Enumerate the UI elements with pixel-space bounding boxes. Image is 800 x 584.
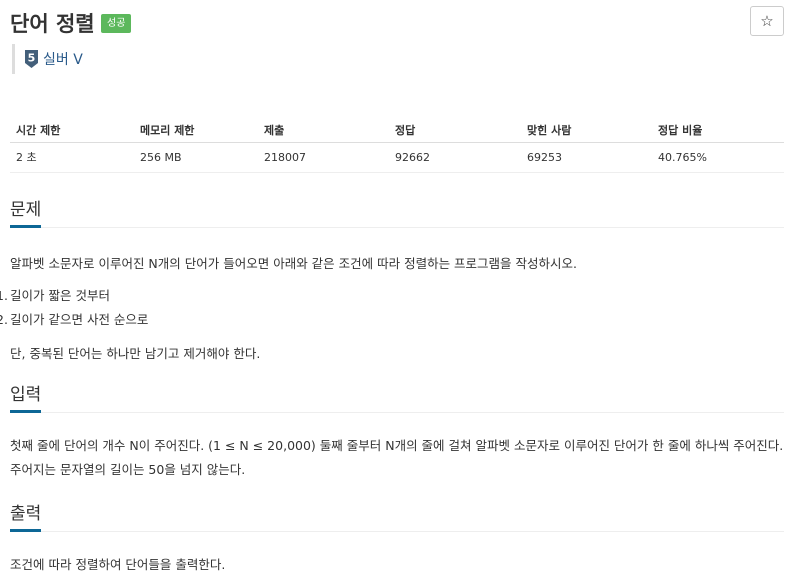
list-item-number: 2. — [0, 312, 8, 327]
sort-conditions-list: 1. 길이가 짧은 것부터 2. 길이가 같으면 사전 순으로 — [0, 284, 149, 332]
input-description: 첫째 줄에 단어의 개수 N이 주어진다. (1 ≤ N ≤ 20,000) 둘… — [10, 438, 784, 477]
input-heading-text: 입력 — [10, 383, 42, 413]
stats-header-solvers: 맞힌 사람 — [521, 118, 652, 143]
star-button[interactable]: ☆ — [750, 6, 784, 36]
stats-header-submissions: 제출 — [258, 118, 389, 143]
list-item-number: 1. — [0, 288, 8, 303]
silver-tier-icon: 5 — [25, 50, 38, 68]
stats-accepted: 92662 — [389, 142, 521, 173]
stats-solvers: 69253 — [521, 142, 652, 173]
stats-value-row: 2 초 256 MB 218007 92662 69253 40.765% — [10, 142, 784, 173]
problem-section-heading: 문제 — [10, 198, 784, 228]
list-item: 2. 길이가 같으면 사전 순으로 — [0, 308, 149, 332]
output-heading-text: 출력 — [10, 502, 42, 532]
tier-label: 실버 V — [43, 52, 83, 68]
page-title: 단어 정렬 — [10, 12, 95, 36]
stats-header-accept-rate: 정답 비율 — [652, 118, 784, 143]
stats-header-row: 시간 제한 메모리 제한 제출 정답 맞힌 사람 정답 비율 — [10, 118, 784, 143]
output-section-heading: 출력 — [10, 502, 784, 532]
stats-memory-limit: 256 MB — [134, 142, 258, 173]
tier-level-number: 5 — [28, 52, 36, 65]
problem-intro: 알파벳 소문자로 이루어진 N개의 단어가 들어오면 아래와 같은 조건에 따라… — [10, 256, 578, 271]
stats-submissions[interactable]: 218007 — [258, 142, 389, 173]
status-badge: 성공 — [101, 14, 132, 33]
problem-header: 단어 정렬 성공 ☆ — [10, 6, 786, 42]
tier-badge[interactable]: 5 실버 V — [12, 44, 83, 74]
list-item-text: 길이가 짧은 것부터 — [10, 288, 110, 303]
problem-stats-table: 시간 제한 메모리 제한 제출 정답 맞힌 사람 정답 비율 2 초 256 M… — [10, 118, 784, 173]
stats-header-accepted: 정답 — [389, 118, 521, 143]
input-section-heading: 입력 — [10, 383, 784, 413]
stats-accept-rate: 40.765% — [652, 142, 784, 173]
list-item-text: 길이가 같으면 사전 순으로 — [10, 312, 149, 327]
stats-header-time-limit: 시간 제한 — [10, 118, 134, 143]
problem-heading-text: 문제 — [10, 198, 42, 228]
list-item: 1. 길이가 짧은 것부터 — [0, 284, 148, 308]
stats-header-memory-limit: 메모리 제한 — [134, 118, 258, 143]
star-icon: ☆ — [760, 12, 774, 30]
output-description: 조건에 따라 정렬하여 단어들을 출력한다. — [10, 557, 226, 572]
problem-note: 단, 중복된 단어는 하나만 남기고 제거해야 한다. — [10, 346, 261, 361]
stats-time-limit: 2 초 — [10, 142, 134, 173]
